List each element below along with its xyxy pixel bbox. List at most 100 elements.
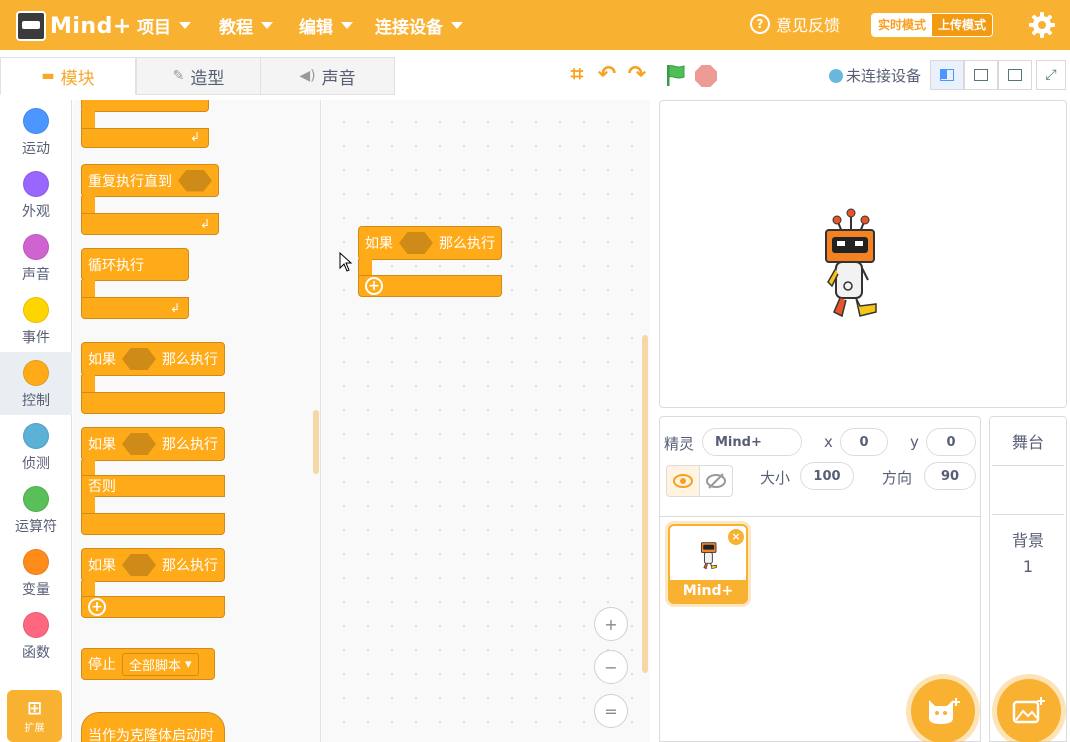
add-branch-icon[interactable]: + — [88, 598, 106, 616]
repeat-until-bottom: ↲ — [81, 213, 219, 235]
category-variables[interactable]: 变量 — [0, 541, 72, 604]
if-then-plus-block[interactable]: 如果 那么执行 — [81, 548, 225, 582]
script-workspace[interactable] — [322, 100, 650, 742]
gear-icon[interactable] — [1028, 11, 1056, 39]
redo-icon[interactable]: ↷ — [625, 63, 649, 87]
tab-blocks[interactable]: ▬ 模块 — [0, 57, 136, 95]
fullscreen-button[interactable]: ⤢ — [1036, 60, 1066, 90]
block-arm — [358, 259, 372, 276]
extension-icon: ⊞ — [26, 697, 43, 719]
show-sprite-button[interactable] — [666, 465, 700, 497]
direction-input[interactable]: 90 — [924, 462, 976, 490]
condition-slot[interactable] — [122, 554, 156, 576]
workspace-scrollbar[interactable] — [642, 335, 648, 673]
loop-arrow-icon: ↲ — [169, 301, 180, 315]
category-control[interactable]: 控制 — [0, 352, 72, 415]
y-label: y — [910, 433, 919, 451]
block-arm — [81, 496, 95, 514]
mode-toggle: 实时模式 上传模式 — [871, 13, 994, 37]
tab-sounds-label: 声音 — [321, 68, 356, 89]
zoom-out-icon: − — [604, 657, 618, 677]
feedback-button[interactable]: ? 意见反馈 — [750, 12, 840, 36]
category-sensing[interactable]: 侦测 — [0, 415, 72, 478]
extensions-button[interactable]: ⊞ 扩展 — [7, 690, 62, 742]
size-input[interactable]: 100 — [800, 462, 854, 490]
clone-start-label: 当作为克隆体启动时 — [88, 728, 214, 742]
zoom-out-button[interactable]: − — [594, 650, 628, 684]
delete-sprite-icon[interactable]: × — [728, 529, 744, 545]
category-label: 运动 — [22, 141, 50, 157]
condition-slot[interactable] — [122, 348, 156, 370]
large-stage-button[interactable] — [964, 60, 998, 90]
operators-dot-icon — [23, 486, 49, 512]
stop-option-dropdown[interactable]: 全部脚本 ▾ — [122, 652, 199, 676]
sprite-name-input[interactable]: Mind+ — [702, 428, 802, 456]
hide-sprite-button[interactable] — [699, 465, 733, 497]
live-mode-button[interactable]: 实时模式 — [872, 14, 933, 36]
condition-slot[interactable] — [178, 169, 212, 192]
robot-thumbnail-icon — [700, 542, 717, 570]
condition-slot[interactable] — [399, 232, 433, 254]
menu-edit[interactable]: 编辑 — [299, 13, 353, 38]
repeat-until-block[interactable]: 重复执行直到 — [81, 164, 219, 197]
variables-dot-icon — [23, 549, 49, 575]
forever-block[interactable]: 循环执行 — [81, 248, 189, 281]
category-operators[interactable]: 运算符 — [0, 478, 72, 541]
block-arm — [81, 581, 95, 597]
category-functions[interactable]: 函数 — [0, 604, 72, 667]
x-input[interactable]: 0 — [840, 428, 888, 456]
mind-plus-robot-sprite[interactable] — [820, 208, 882, 320]
category-motion[interactable]: 运动 — [0, 100, 72, 163]
category-looks[interactable]: 外观 — [0, 163, 72, 226]
device-status: 未连接设备 — [829, 65, 921, 86]
forever-bottom: ↲ — [81, 297, 189, 319]
size-label: 大小 — [760, 469, 791, 487]
stage-size-buttons — [930, 60, 1032, 90]
clone-start-hat-block[interactable]: 当作为克隆体启动时 — [81, 712, 225, 742]
question-icon: ? — [750, 14, 770, 34]
else-block: 否则 — [81, 475, 225, 497]
hide-stage-icon — [1008, 69, 1022, 81]
hide-stage-button[interactable] — [998, 60, 1032, 90]
y-input[interactable]: 0 — [926, 428, 976, 456]
add-branch-icon[interactable]: + — [365, 277, 383, 295]
motion-dot-icon — [23, 108, 49, 134]
zoom-in-button[interactable]: + — [594, 607, 628, 641]
tab-costumes[interactable]: ✎ 造型 — [136, 57, 261, 95]
condition-slot[interactable] — [122, 433, 156, 455]
block-arm — [81, 375, 95, 393]
small-stage-button[interactable] — [930, 60, 964, 90]
if-else-block[interactable]: 如果 那么执行 — [81, 427, 225, 461]
zoom-reset-icon: = — [604, 701, 618, 721]
menu-tutorial[interactable]: 教程 — [219, 13, 273, 38]
cat-add-icon — [929, 698, 960, 724]
add-sprite-button[interactable] — [911, 679, 975, 742]
app-logo[interactable]: Mind+ — [16, 8, 132, 44]
mouse-cursor-icon — [339, 252, 353, 272]
if-label: 如果 — [88, 437, 116, 453]
menu-connect-device[interactable]: 连接设备 — [375, 13, 463, 38]
stop-block[interactable]: 停止 全部脚本 ▾ — [81, 648, 215, 680]
crop-icon[interactable]: ⌗ — [565, 63, 589, 87]
sprite-label: 精灵 — [664, 435, 695, 453]
sprite-info-fields: 精灵 Mind+ x 0 y 0 大小 100 方向 90 — [660, 417, 980, 517]
tab-sounds[interactable]: ◀) 声音 — [260, 57, 395, 95]
repeat-block-partial[interactable] — [81, 100, 209, 112]
category-events[interactable]: 事件 — [0, 289, 72, 352]
zoom-reset-button[interactable]: = — [594, 694, 628, 728]
category-label: 侦测 — [22, 456, 50, 472]
menu-project[interactable]: 项目 — [137, 13, 191, 38]
then-label: 那么执行 — [162, 437, 218, 453]
palette-scrollbar[interactable] — [313, 410, 319, 474]
if-then-block[interactable]: 如果 那么执行 — [81, 342, 225, 376]
upload-mode-button[interactable]: 上传模式 — [932, 14, 993, 36]
script-if-then-block[interactable]: 如果 那么执行 — [358, 226, 502, 260]
sensing-dot-icon — [23, 423, 49, 449]
green-flag-icon[interactable] — [663, 63, 687, 87]
undo-icon[interactable]: ↶ — [595, 63, 619, 87]
sprite-thumbnail[interactable]: × Mind+ — [668, 524, 748, 604]
category-sound[interactable]: 声音 — [0, 226, 72, 289]
stage-thumbnail[interactable] — [992, 465, 1064, 515]
add-backdrop-button[interactable] — [997, 679, 1061, 742]
block-arm — [81, 196, 95, 214]
